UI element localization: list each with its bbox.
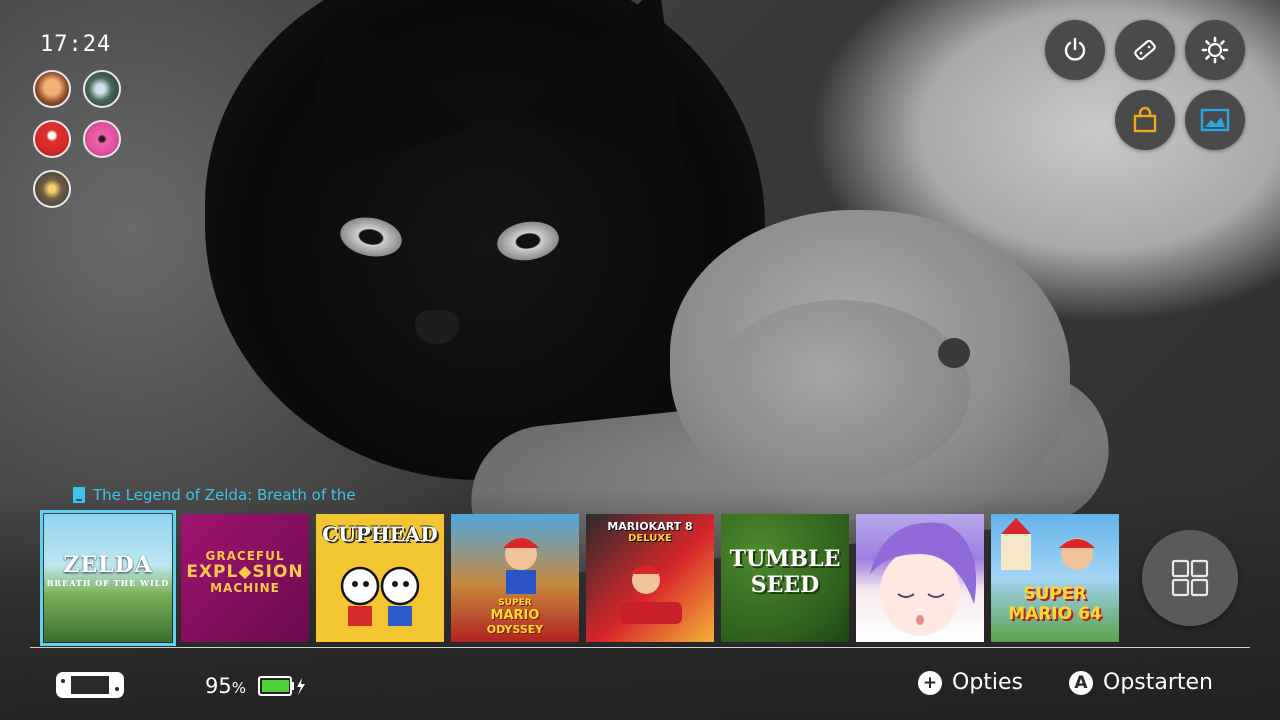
album-icon: [1200, 108, 1230, 132]
game-tile-title: TUMBLE SEED: [729, 546, 841, 598]
game-tile-visual-novel[interactable]: [856, 514, 984, 642]
game-tile-super-mario-64[interactable]: SUPER MARIO 64: [991, 514, 1119, 642]
user-avatar[interactable]: [33, 120, 71, 158]
user-avatar[interactable]: [83, 120, 121, 158]
game-card-icon: [73, 487, 85, 503]
controller-icon: [1134, 39, 1156, 61]
console-icon: [56, 672, 124, 698]
all-software-button[interactable]: [1142, 530, 1238, 626]
game-tile-title: SUPER MARIO ODYSSEY: [486, 598, 544, 636]
wallpaper-cat-nose: [415, 310, 459, 344]
launch-label: Opstarten: [1103, 670, 1213, 695]
game-tile-zelda[interactable]: ZELDA BREATH OF THE WILD: [40, 510, 176, 646]
game-tile-tumbleseed[interactable]: TUMBLE SEED: [721, 514, 849, 642]
plus-button-icon: +: [918, 670, 942, 695]
power-button[interactable]: [1045, 20, 1105, 80]
album-button[interactable]: [1185, 90, 1245, 150]
a-button-icon: A: [1069, 670, 1093, 695]
power-icon: [1064, 37, 1086, 61]
game-tile-title: ZELDA: [63, 552, 153, 578]
game-tile-subtitle: BREATH OF THE WILD: [46, 578, 170, 588]
anime-character: [870, 522, 977, 636]
game-tile-title: GRACEFUL EXPL◆SION MACHINE: [186, 549, 304, 595]
selected-game-title: The Legend of Zelda: Breath of the: [73, 486, 356, 504]
gear-icon: [1201, 36, 1229, 64]
user-avatar[interactable]: [33, 70, 71, 108]
wallpaper-plush-snout: [710, 300, 970, 480]
game-tile-super-mario-odyssey[interactable]: SUPER MARIO ODYSSEY: [451, 514, 579, 642]
clock: 17:24: [40, 32, 112, 57]
options-button[interactable]: + Opties: [918, 670, 1023, 695]
wallpaper-plush-eye: [938, 338, 970, 368]
user-avatar[interactable]: [83, 70, 121, 108]
launch-button[interactable]: A Opstarten: [1069, 670, 1213, 695]
footer-bar: 95% + Opties A Opstarten: [0, 648, 1280, 720]
user-avatar[interactable]: [33, 170, 71, 208]
game-tile-graceful-explosion-machine[interactable]: GRACEFUL EXPL◆SION MACHINE: [181, 514, 309, 642]
selected-game-title-text: The Legend of Zelda: Breath of the: [93, 486, 356, 504]
battery-percentage: 95%: [205, 674, 246, 698]
options-label: Opties: [952, 670, 1024, 695]
game-tile-title: SUPER MARIO 64: [1008, 584, 1102, 624]
controllers-button[interactable]: [1115, 20, 1175, 80]
kart-figure: [620, 565, 682, 624]
cuphead-characters: [340, 566, 420, 626]
game-tile-mario-kart-8-deluxe[interactable]: MARIOKART 8 DELUXE: [586, 514, 714, 642]
shopping-bag-icon: [1133, 106, 1157, 133]
settings-button[interactable]: [1185, 20, 1245, 80]
battery-charging-icon: [258, 676, 305, 696]
grid-icon: [1171, 559, 1209, 597]
eshop-button[interactable]: [1115, 90, 1175, 150]
game-tile-cuphead[interactable]: CUPHEAD: [316, 514, 444, 642]
